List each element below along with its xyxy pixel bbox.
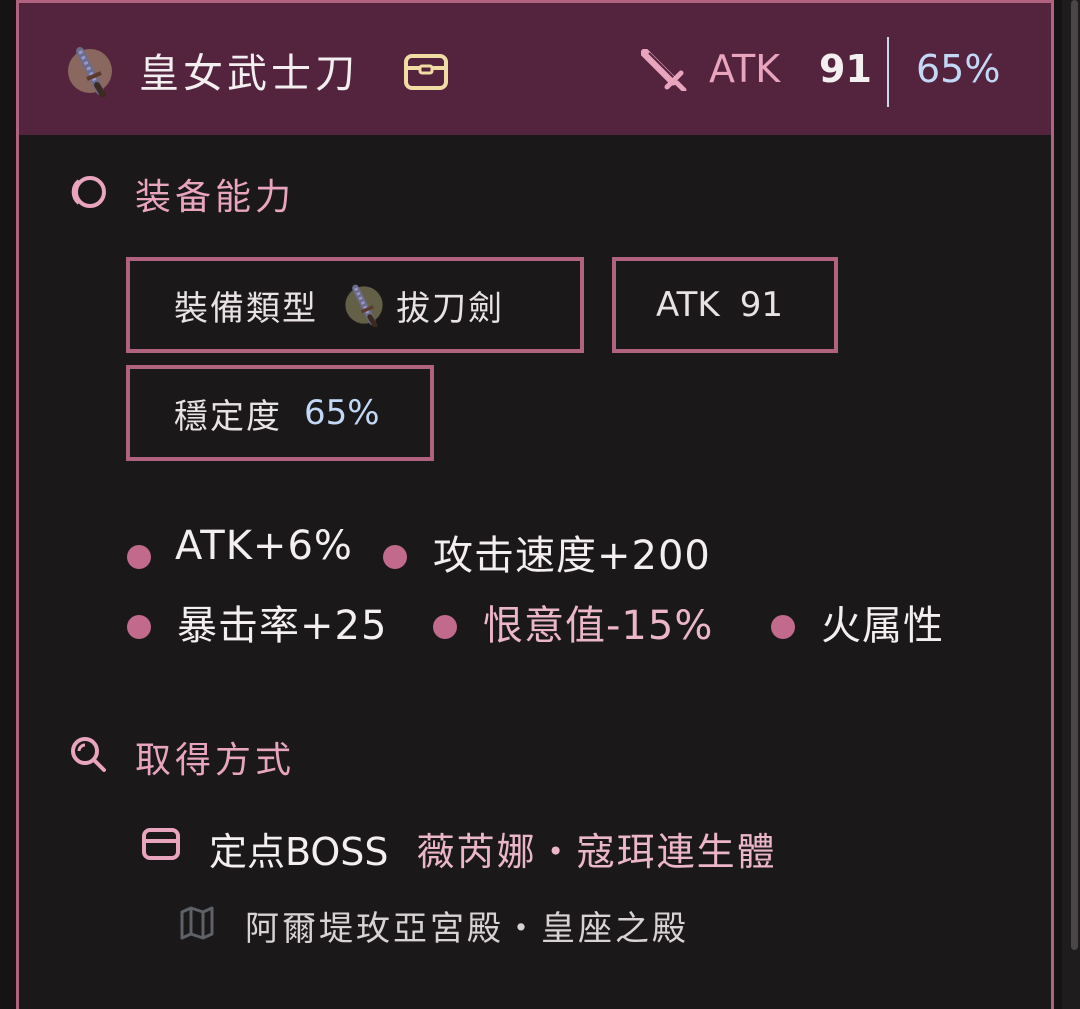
atk-box-value: 91 xyxy=(739,285,783,325)
equip-type-label: 裝備類型 xyxy=(174,288,318,329)
source-type: 定点BOSS xyxy=(209,830,389,874)
item-card: 皇女武士刀 ATK 91 65% 装备能力 裝備類型 拔刀劍 ATK 91 穩定… xyxy=(16,0,1054,1009)
header-divider xyxy=(887,37,889,107)
stat-bullet xyxy=(127,615,151,639)
search-icon xyxy=(71,737,106,772)
atk-box: ATK 91 xyxy=(612,257,838,353)
ability-section-title: 装备能力 xyxy=(135,177,296,218)
ring-icon xyxy=(71,176,106,208)
stat-bullet xyxy=(771,615,795,639)
weapon-name: 皇女武士刀 xyxy=(139,51,359,97)
stability-label: 穩定度 xyxy=(174,396,282,437)
stat-crit-rate: 暴击率+25 xyxy=(177,603,388,649)
katana-icon xyxy=(68,47,112,97)
header-stability-value: 65% xyxy=(916,47,1001,91)
chest-icon xyxy=(142,828,180,860)
acquire-section-title: 取得方式 xyxy=(135,740,296,781)
chest-icon xyxy=(404,54,448,90)
stat-fire-element: 火属性 xyxy=(821,603,944,649)
atk-box-label: ATK xyxy=(656,285,720,325)
equip-type-value: 拔刀劍 xyxy=(396,288,504,329)
scrollbar-thumb[interactable] xyxy=(1071,0,1078,950)
boss-name[interactable]: 薇芮娜・寇珥連生體 xyxy=(417,830,777,874)
stability-box: 穩定度 65% xyxy=(126,365,434,461)
header-atk-label: ATK xyxy=(709,47,781,91)
stat-aggro: 恨意值-15% xyxy=(483,603,714,649)
stat-attack-speed: 攻击速度+200 xyxy=(433,533,711,579)
stat-bullet xyxy=(127,545,151,569)
equip-type-box: 裝備類型 拔刀劍 xyxy=(126,257,584,353)
stat-bullet xyxy=(433,615,457,639)
map-icon xyxy=(180,906,214,940)
stat-atk: ATK+6% xyxy=(175,523,353,569)
location-text[interactable]: 阿爾堤玫亞宮殿・皇座之殿 xyxy=(245,901,689,950)
source-line: 定点BOSS 薇芮娜・寇珥連生體 xyxy=(209,821,777,876)
stability-value: 65% xyxy=(304,393,380,433)
katana-icon xyxy=(345,284,383,327)
sword-icon xyxy=(641,49,687,91)
item-header: 皇女武士刀 ATK 91 65% xyxy=(19,3,1051,135)
header-atk-value: 91 xyxy=(819,47,872,91)
stat-bullet xyxy=(383,545,407,569)
